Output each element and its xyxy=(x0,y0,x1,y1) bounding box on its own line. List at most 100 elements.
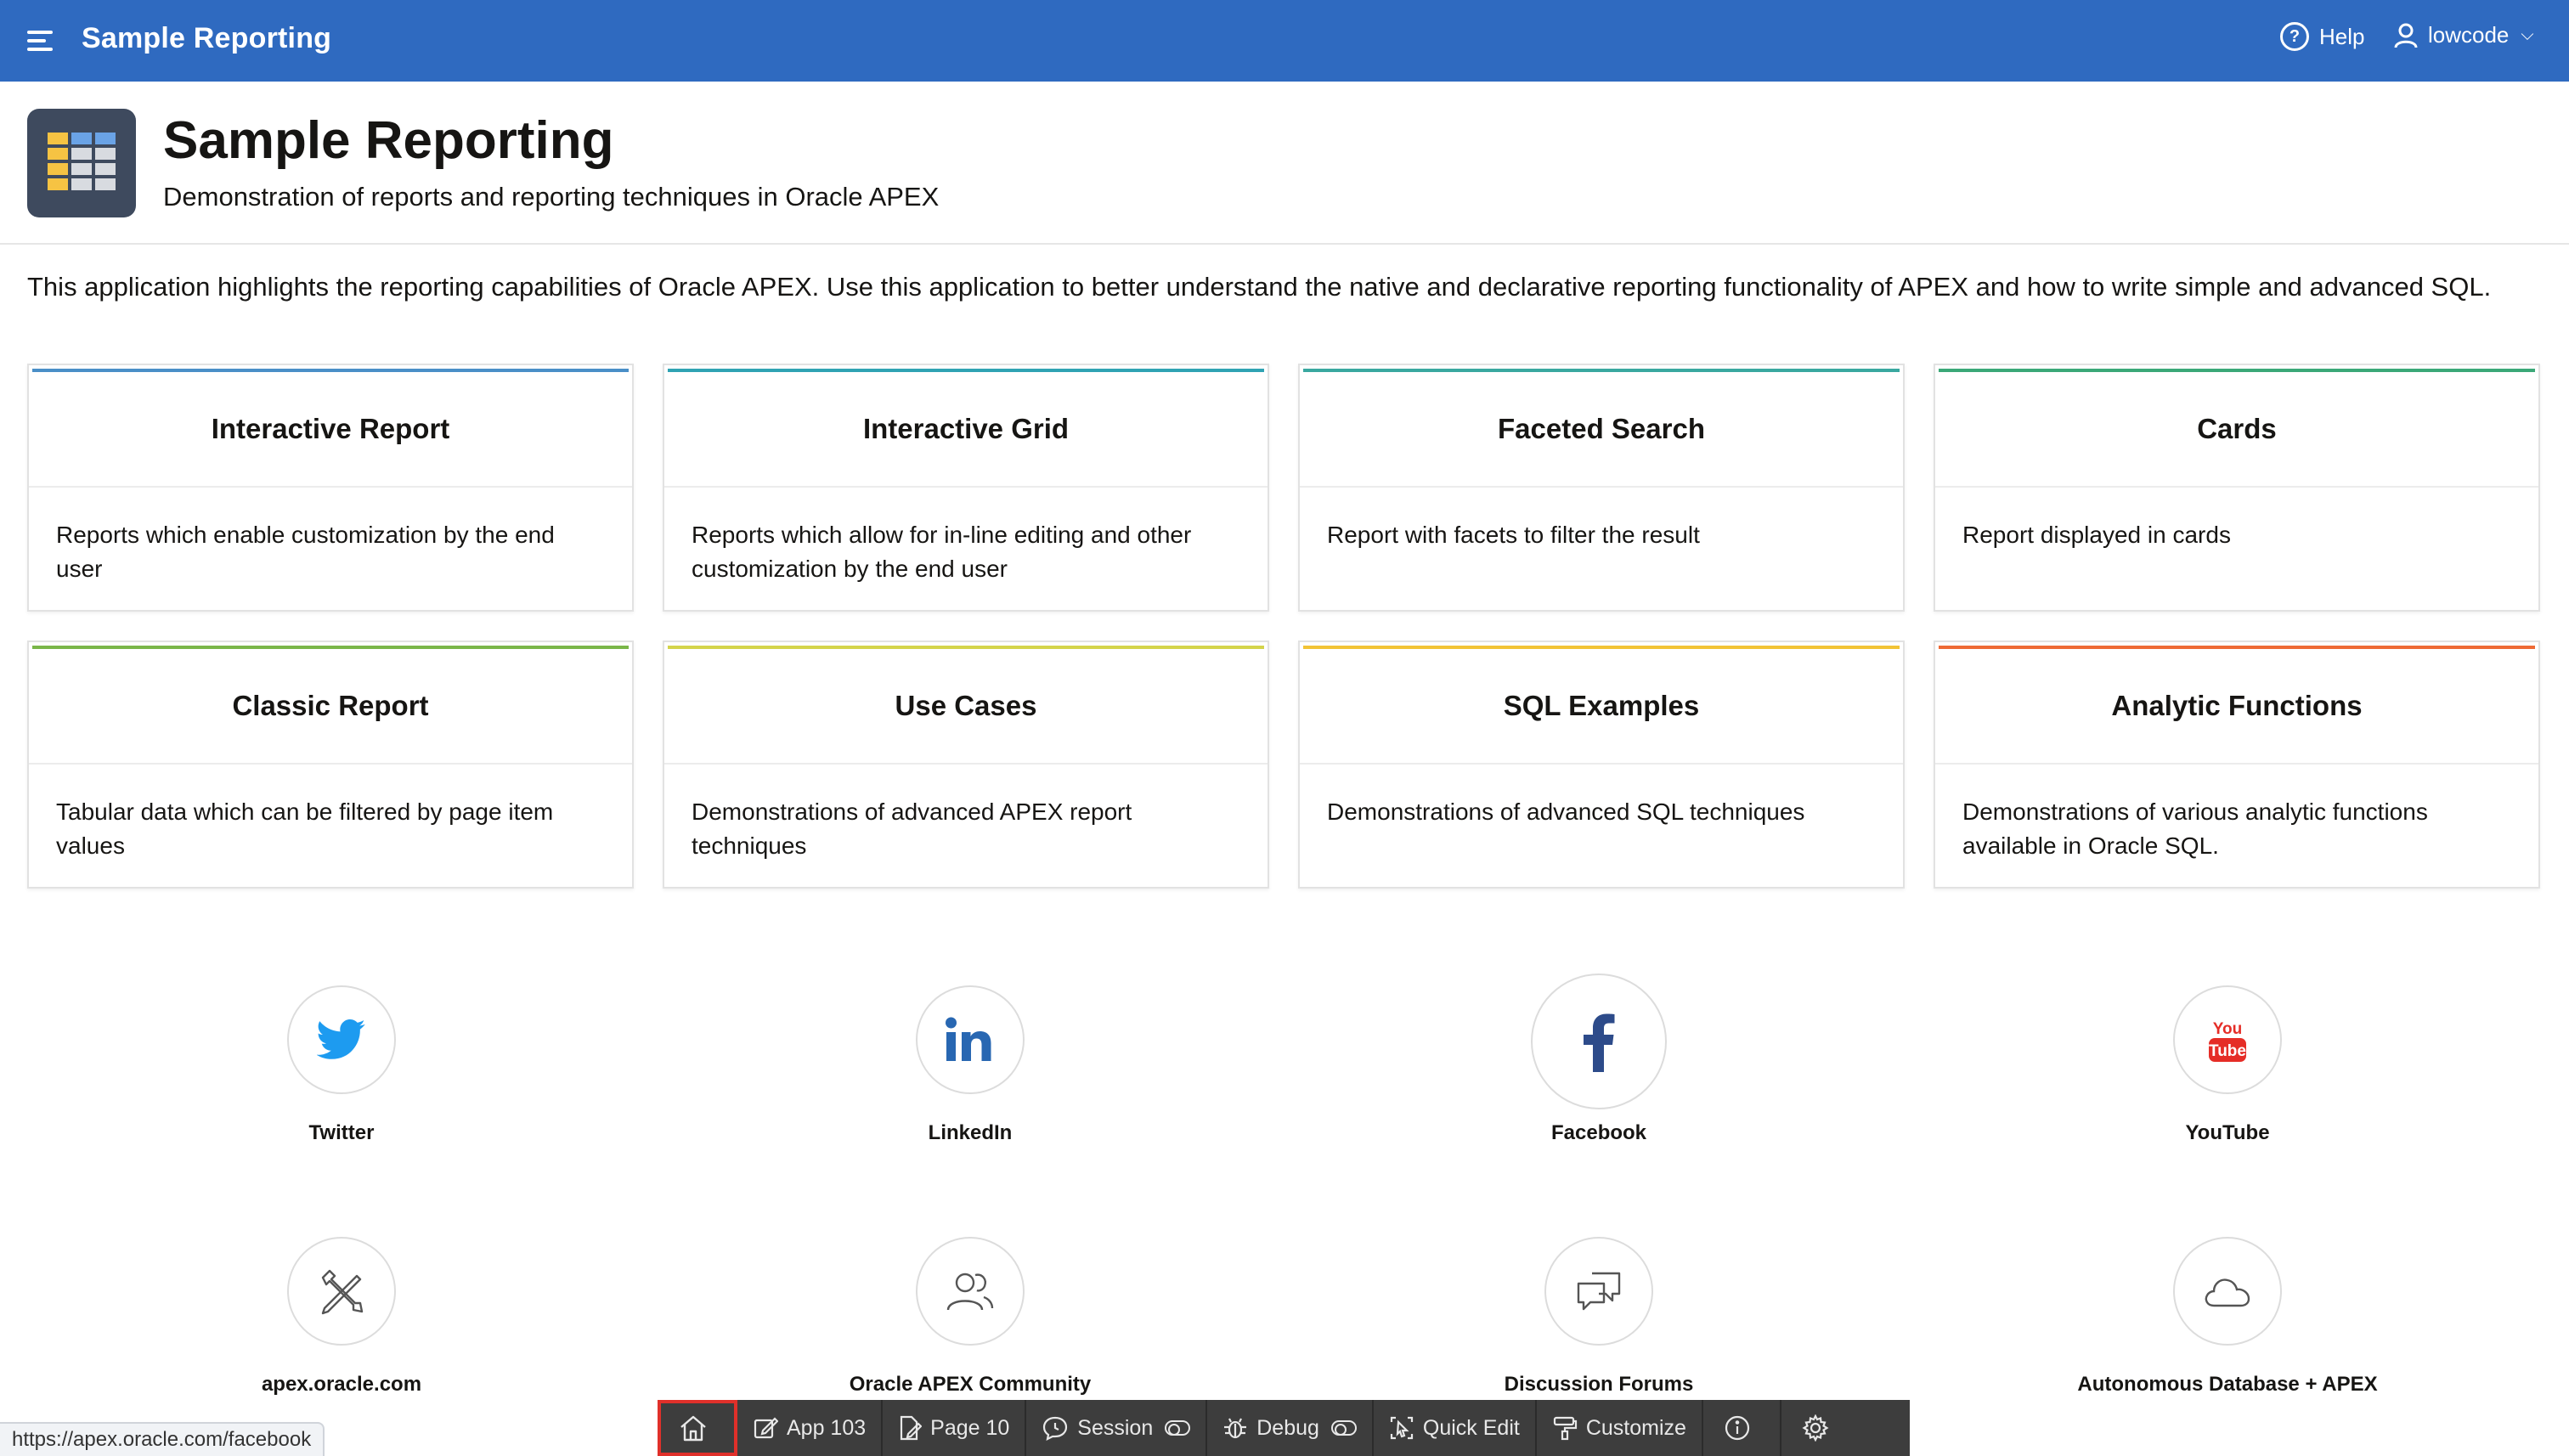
card-accent-bar xyxy=(1303,646,1900,649)
customize-button[interactable]: Customize xyxy=(1537,1400,1703,1456)
customize-label: Customize xyxy=(1585,1415,1686,1440)
card-title: Classic Report xyxy=(232,690,429,721)
divider xyxy=(664,763,1268,765)
help-icon: ? xyxy=(2280,22,2309,51)
home-icon xyxy=(680,1415,706,1442)
intro-text: This application highlights the reportin… xyxy=(27,272,2492,302)
card-description: Demonstrations of various analytic funct… xyxy=(1962,799,2428,859)
link-label: Oracle APEX Community xyxy=(849,1373,1092,1396)
card-description: Reports which enable customization by th… xyxy=(56,522,555,582)
card-description: Report displayed in cards xyxy=(1962,522,2231,548)
page-subtitle: Demonstration of reports and reporting t… xyxy=(163,182,940,212)
card-analytic-functions[interactable]: Analytic Functions Demonstrations of var… xyxy=(1934,641,2540,889)
link-facebook[interactable]: Facebook xyxy=(1378,973,1820,1145)
facebook-icon xyxy=(1531,973,1667,1109)
info-icon xyxy=(1725,1415,1750,1441)
svg-text:You: You xyxy=(2213,1020,2242,1038)
session-icon xyxy=(1043,1416,1068,1441)
card-cards[interactable]: Cards Report displayed in cards xyxy=(1934,364,2540,612)
link-label: Twitter xyxy=(308,1121,375,1144)
home-button[interactable] xyxy=(658,1400,737,1456)
card-description: Demonstrations of advanced SQL technique… xyxy=(1327,799,1805,825)
card-accent-bar xyxy=(668,369,1264,372)
card-accent-bar xyxy=(1303,369,1900,372)
card-title: Use Cases xyxy=(895,690,1037,721)
user-menu-button[interactable]: lowcode ⌵ xyxy=(2394,22,2534,48)
help-label: Help xyxy=(2319,23,2365,49)
link-youtube[interactable]: You Tube YouTube xyxy=(2007,985,2448,1145)
card-interactive-report[interactable]: Interactive Report Reports which enable … xyxy=(27,364,634,612)
card-title: Faceted Search xyxy=(1498,413,1705,444)
card-title: Interactive Grid xyxy=(862,413,1070,444)
card-use-cases[interactable]: Use Cases Demonstrations of advanced APE… xyxy=(663,641,1269,889)
edit-icon xyxy=(754,1417,778,1439)
gear-icon xyxy=(1802,1414,1829,1442)
bug-icon xyxy=(1224,1418,1247,1439)
link-apex-oracle-com[interactable]: apex.oracle.com xyxy=(121,1237,562,1397)
link-label: Facebook xyxy=(1550,1121,1647,1144)
card-description: Demonstrations of advanced APEX report t… xyxy=(692,799,1132,859)
cloud-icon xyxy=(2173,1237,2282,1346)
quick-edit-icon xyxy=(1390,1416,1414,1440)
card-title: Analytic Functions xyxy=(2111,690,2363,721)
debug-button[interactable]: Debug xyxy=(1207,1400,1374,1456)
session-label: Session xyxy=(1077,1415,1154,1440)
developer-toolbar: App 103 Page 10 Session Debug Quick Edit xyxy=(658,1400,1910,1456)
settings-button[interactable] xyxy=(1781,1400,1858,1456)
hamburger-menu-icon[interactable] xyxy=(25,25,56,56)
user-icon xyxy=(2394,23,2418,48)
divider xyxy=(1935,486,2538,488)
card-description: Tabular data which can be filtered by pa… xyxy=(56,799,554,859)
card-interactive-grid[interactable]: Interactive Grid Reports which allow for… xyxy=(663,364,1269,612)
community-icon xyxy=(916,1237,1025,1346)
card-accent-bar xyxy=(1939,646,2535,649)
link-discussion-forums[interactable]: Discussion Forums xyxy=(1378,1237,1820,1397)
quick-edit-button[interactable]: Quick Edit xyxy=(1374,1400,1537,1456)
link-label: LinkedIn xyxy=(928,1121,1013,1144)
page-button[interactable]: Page 10 xyxy=(883,1400,1027,1456)
link-label: Discussion Forums xyxy=(1504,1373,1694,1396)
card-sql-examples[interactable]: SQL Examples Demonstrations of advanced … xyxy=(1298,641,1905,889)
tools-icon xyxy=(287,1237,396,1346)
app-title[interactable]: Sample Reporting xyxy=(82,22,331,55)
card-description: Reports which allow for in-line editing … xyxy=(692,522,1192,582)
info-button[interactable] xyxy=(1703,1400,1781,1456)
linkedin-icon xyxy=(916,985,1025,1094)
app-label: App 103 xyxy=(787,1415,867,1440)
divider xyxy=(1935,763,2538,765)
divider xyxy=(1300,486,1903,488)
card-classic-report[interactable]: Classic Report Tabular data which can be… xyxy=(27,641,634,889)
divider xyxy=(1300,763,1903,765)
divider xyxy=(29,486,632,488)
page-label: Page 10 xyxy=(930,1415,1010,1440)
link-twitter[interactable]: Twitter xyxy=(121,985,562,1145)
link-label: Autonomous Database + APEX xyxy=(2077,1373,2378,1396)
session-button[interactable]: Session xyxy=(1026,1400,1208,1456)
chat-icon xyxy=(1544,1237,1653,1346)
divider xyxy=(0,243,2569,245)
link-oracle-apex-community[interactable]: Oracle APEX Community xyxy=(749,1237,1191,1397)
card-accent-bar xyxy=(32,646,629,649)
twitter-icon xyxy=(287,985,396,1094)
link-linkedin[interactable]: LinkedIn xyxy=(749,985,1191,1145)
link-autonomous-database-apex[interactable]: Autonomous Database + APEX xyxy=(2007,1237,2448,1397)
link-label: YouTube xyxy=(2185,1121,2270,1144)
app-button[interactable]: App 103 xyxy=(737,1400,884,1456)
card-title: SQL Examples xyxy=(1503,690,1700,721)
page-edit-icon xyxy=(901,1415,923,1441)
svg-text:Tube: Tube xyxy=(2209,1042,2246,1060)
card-faceted-search[interactable]: Faceted Search Report with facets to fil… xyxy=(1298,364,1905,612)
user-name: lowcode xyxy=(2428,22,2510,48)
card-accent-bar xyxy=(32,369,629,372)
debug-label: Debug xyxy=(1256,1415,1319,1440)
card-description: Report with facets to filter the result xyxy=(1327,522,1700,548)
divider xyxy=(29,763,632,765)
session-toggle-icon[interactable] xyxy=(1165,1420,1191,1436)
paint-roller-icon xyxy=(1553,1416,1577,1441)
card-title: Cards xyxy=(2197,413,2277,444)
link-label: apex.oracle.com xyxy=(261,1373,422,1396)
card-accent-bar xyxy=(668,646,1264,649)
divider xyxy=(664,486,1268,488)
help-button[interactable]: ? Help xyxy=(2280,22,2364,51)
debug-toggle-icon[interactable] xyxy=(1330,1420,1357,1436)
